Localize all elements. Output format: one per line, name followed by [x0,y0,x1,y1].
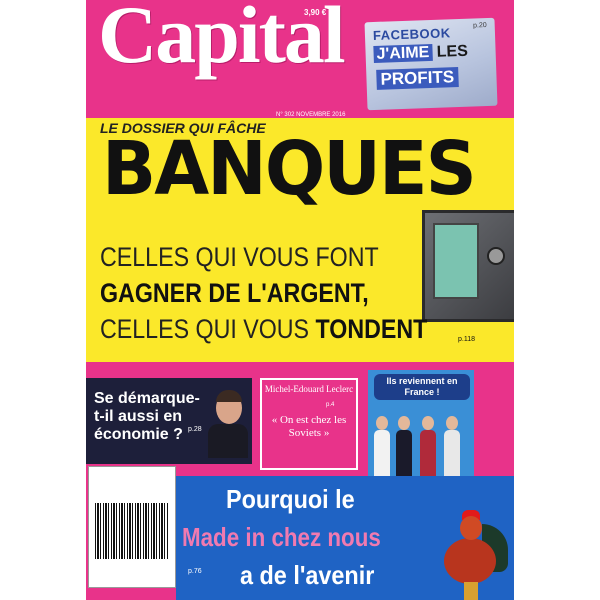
bottom-story-line3: a de l'avenir [240,560,375,590]
person-figure [444,416,460,476]
bottom-story: Pourquoi le Made in chez nous a de l'ave… [176,476,514,600]
bottom-story-line2: Made in chez nous [182,522,381,552]
cover-price: 3,90 € [304,8,327,17]
safe-dial [487,247,505,265]
interview-story: Michel-Edouard Leclerc p.4 « On est chez… [260,378,358,470]
rooster-body [444,538,496,584]
interview-quote: « On est chez les Soviets » [271,414,347,439]
main-story-line1: CELLES QUI VOUS FONT [100,242,379,272]
rooster-head [460,516,482,540]
barcode-bars [95,503,169,559]
main-story-banner: LE DOSSIER QUI FÂCHE BANQUES CELLES QUI … [86,118,514,362]
main-story-line3-a: CELLES QUI VOUS [100,314,310,344]
photo-hair [216,390,242,402]
facebook-brand: FACEBOOK [372,25,451,44]
bottom-story-page-ref: p.76 [188,568,202,575]
main-story-line3: CELLES QUI VOUS TONDENT [100,316,427,343]
facebook-page-ref: p.20 [472,22,487,30]
barcode-label [88,466,176,588]
person-figure [396,416,412,476]
return-story-question: Ils reviennent en France ! [374,374,470,400]
rooster-legs [464,582,478,600]
person-figure [420,416,436,476]
interview-name: Michel-Edouard Leclerc [264,384,354,394]
politician-story-text: Se démarque-t-il aussi en économie ? [94,390,200,443]
main-story-page-ref: p.118 [458,336,475,343]
politician-story-page-ref: p.28 [188,426,202,433]
bottom-story-line1: Pourquoi le [226,484,355,514]
facebook-profits: PROFITS [376,67,459,90]
photo-suit [208,424,248,458]
safe-image [422,210,514,322]
facebook-aime: J'AIME [373,43,433,63]
facebook-les: LES [436,42,469,61]
main-story-headline: BANQUES [102,126,477,212]
facebook-teaser: FACEBOOK J'AIME LES PROFITS p.20 [364,17,498,111]
politician-story: Se démarque-t-il aussi en économie ? p.2… [86,378,252,464]
rooster-image [434,510,510,600]
main-story-line3-b: TONDENT [315,314,428,344]
person-figure [374,416,390,476]
politician-photo [208,388,248,458]
safe-door [433,223,479,299]
side-strip [478,400,512,466]
return-story: Ils reviennent en France ! [368,370,474,482]
main-story-line2: GAGNER DE L'ARGENT, [100,278,369,308]
interview-page-ref: p.4 [326,402,335,408]
facebook-line2: J'AIME LES [373,43,468,64]
